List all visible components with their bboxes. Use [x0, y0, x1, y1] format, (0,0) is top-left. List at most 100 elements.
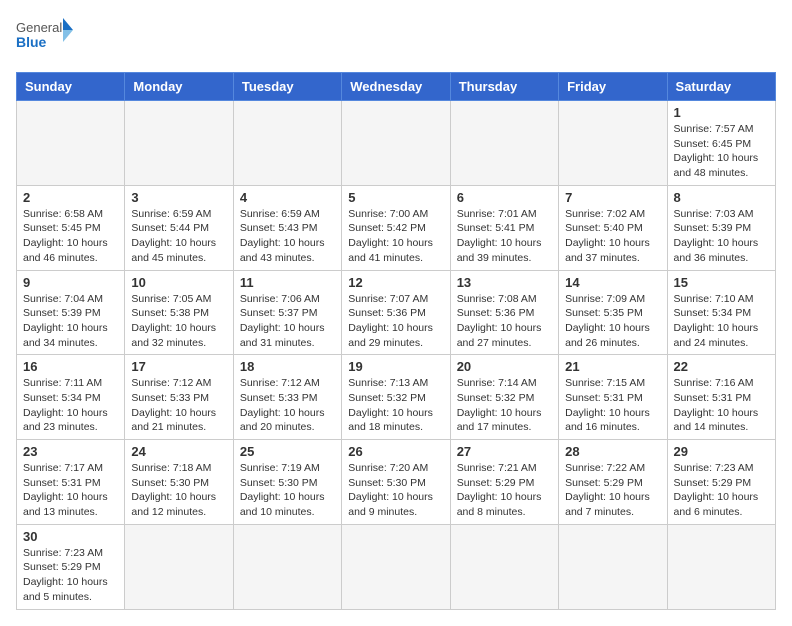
- calendar-day-cell: 12 Sunrise: 7:07 AM Sunset: 5:36 PM Dayli…: [342, 270, 450, 355]
- day-info: Sunrise: 7:13 AM Sunset: 5:32 PM Dayligh…: [348, 376, 443, 435]
- day-number: 19: [348, 359, 443, 374]
- calendar-day-cell: [125, 524, 233, 609]
- calendar-header-saturday: Saturday: [667, 73, 775, 101]
- day-number: 12: [348, 275, 443, 290]
- day-info: Sunrise: 7:01 AM Sunset: 5:41 PM Dayligh…: [457, 207, 552, 266]
- day-number: 17: [131, 359, 226, 374]
- day-number: 25: [240, 444, 335, 459]
- day-number: 14: [565, 275, 660, 290]
- day-info: Sunrise: 7:22 AM Sunset: 5:29 PM Dayligh…: [565, 461, 660, 520]
- day-info: Sunrise: 7:05 AM Sunset: 5:38 PM Dayligh…: [131, 292, 226, 351]
- svg-text:Blue: Blue: [16, 34, 47, 50]
- day-info: Sunrise: 7:10 AM Sunset: 5:34 PM Dayligh…: [674, 292, 769, 351]
- day-number: 15: [674, 275, 769, 290]
- day-number: 22: [674, 359, 769, 374]
- calendar-day-cell: 27 Sunrise: 7:21 AM Sunset: 5:29 PM Dayli…: [450, 440, 558, 525]
- day-number: 24: [131, 444, 226, 459]
- calendar-day-cell: [450, 101, 558, 186]
- calendar-day-cell: 5 Sunrise: 7:00 AM Sunset: 5:42 PM Daylig…: [342, 185, 450, 270]
- calendar-day-cell: 23 Sunrise: 7:17 AM Sunset: 5:31 PM Dayli…: [17, 440, 125, 525]
- calendar-day-cell: 10 Sunrise: 7:05 AM Sunset: 5:38 PM Dayli…: [125, 270, 233, 355]
- day-info: Sunrise: 6:58 AM Sunset: 5:45 PM Dayligh…: [23, 207, 118, 266]
- calendar-day-cell: [342, 524, 450, 609]
- day-number: 6: [457, 190, 552, 205]
- calendar-day-cell: [233, 101, 341, 186]
- calendar-day-cell: 14Sunrise: 7:09 AM Sunset: 5:35 PM Dayli…: [559, 270, 667, 355]
- calendar-day-cell: [559, 524, 667, 609]
- day-info: Sunrise: 7:57 AM Sunset: 6:45 PM Dayligh…: [674, 122, 769, 181]
- calendar-header-monday: Monday: [125, 73, 233, 101]
- day-number: 23: [23, 444, 118, 459]
- calendar-day-cell: 4 Sunrise: 6:59 AM Sunset: 5:43 PM Daylig…: [233, 185, 341, 270]
- calendar-day-cell: 9 Sunrise: 7:04 AM Sunset: 5:39 PM Daylig…: [17, 270, 125, 355]
- day-number: 11: [240, 275, 335, 290]
- calendar-header-thursday: Thursday: [450, 73, 558, 101]
- day-info: Sunrise: 7:03 AM Sunset: 5:39 PM Dayligh…: [674, 207, 769, 266]
- calendar-header-sunday: Sunday: [17, 73, 125, 101]
- calendar-week-row: 1 Sunrise: 7:57 AM Sunset: 6:45 PM Daylig…: [17, 101, 776, 186]
- calendar-day-cell: 3Sunrise: 6:59 AM Sunset: 5:44 PM Daylig…: [125, 185, 233, 270]
- day-info: Sunrise: 7:23 AM Sunset: 5:29 PM Dayligh…: [674, 461, 769, 520]
- day-number: 8: [674, 190, 769, 205]
- calendar-day-cell: 15 Sunrise: 7:10 AM Sunset: 5:34 PM Dayli…: [667, 270, 775, 355]
- calendar-week-row: 9 Sunrise: 7:04 AM Sunset: 5:39 PM Daylig…: [17, 270, 776, 355]
- calendar-day-cell: 17 Sunrise: 7:12 AM Sunset: 5:33 PM Dayli…: [125, 355, 233, 440]
- day-info: Sunrise: 7:02 AM Sunset: 5:40 PM Dayligh…: [565, 207, 660, 266]
- day-number: 1: [674, 105, 769, 120]
- day-number: 5: [348, 190, 443, 205]
- day-info: Sunrise: 7:18 AM Sunset: 5:30 PM Dayligh…: [131, 461, 226, 520]
- calendar-day-cell: 26Sunrise: 7:20 AM Sunset: 5:30 PM Dayli…: [342, 440, 450, 525]
- calendar-day-cell: 18Sunrise: 7:12 AM Sunset: 5:33 PM Dayli…: [233, 355, 341, 440]
- day-number: 10: [131, 275, 226, 290]
- calendar-header-wednesday: Wednesday: [342, 73, 450, 101]
- calendar-week-row: 30 Sunrise: 7:23 AM Sunset: 5:29 PM Dayli…: [17, 524, 776, 609]
- day-number: 2: [23, 190, 118, 205]
- calendar-week-row: 23 Sunrise: 7:17 AM Sunset: 5:31 PM Dayli…: [17, 440, 776, 525]
- calendar-day-cell: 2 Sunrise: 6:58 AM Sunset: 5:45 PM Daylig…: [17, 185, 125, 270]
- day-number: 16: [23, 359, 118, 374]
- day-info: Sunrise: 6:59 AM Sunset: 5:43 PM Dayligh…: [240, 207, 335, 266]
- day-number: 18: [240, 359, 335, 374]
- day-number: 4: [240, 190, 335, 205]
- day-info: Sunrise: 7:21 AM Sunset: 5:29 PM Dayligh…: [457, 461, 552, 520]
- day-number: 9: [23, 275, 118, 290]
- day-info: Sunrise: 7:11 AM Sunset: 5:34 PM Dayligh…: [23, 376, 118, 435]
- calendar-day-cell: 21Sunrise: 7:15 AM Sunset: 5:31 PM Dayli…: [559, 355, 667, 440]
- day-info: Sunrise: 7:12 AM Sunset: 5:33 PM Dayligh…: [131, 376, 226, 435]
- day-number: 3: [131, 190, 226, 205]
- calendar-day-cell: 19 Sunrise: 7:13 AM Sunset: 5:32 PM Dayli…: [342, 355, 450, 440]
- day-info: Sunrise: 7:16 AM Sunset: 5:31 PM Dayligh…: [674, 376, 769, 435]
- day-number: 30: [23, 529, 118, 544]
- logo-svg: General Blue: [16, 16, 76, 60]
- day-number: 26: [348, 444, 443, 459]
- calendar-day-cell: [233, 524, 341, 609]
- calendar-day-cell: [125, 101, 233, 186]
- calendar-day-cell: 24 Sunrise: 7:18 AM Sunset: 5:30 PM Dayli…: [125, 440, 233, 525]
- day-info: Sunrise: 7:04 AM Sunset: 5:39 PM Dayligh…: [23, 292, 118, 351]
- calendar-day-cell: [559, 101, 667, 186]
- day-info: Sunrise: 7:06 AM Sunset: 5:37 PM Dayligh…: [240, 292, 335, 351]
- logo: General Blue: [16, 16, 76, 60]
- day-info: Sunrise: 7:00 AM Sunset: 5:42 PM Dayligh…: [348, 207, 443, 266]
- calendar-day-cell: [667, 524, 775, 609]
- calendar-week-row: 2 Sunrise: 6:58 AM Sunset: 5:45 PM Daylig…: [17, 185, 776, 270]
- day-info: Sunrise: 7:08 AM Sunset: 5:36 PM Dayligh…: [457, 292, 552, 351]
- calendar-day-cell: 28 Sunrise: 7:22 AM Sunset: 5:29 PM Dayli…: [559, 440, 667, 525]
- day-number: 13: [457, 275, 552, 290]
- calendar-header-friday: Friday: [559, 73, 667, 101]
- calendar-day-cell: 20Sunrise: 7:14 AM Sunset: 5:32 PM Dayli…: [450, 355, 558, 440]
- day-number: 28: [565, 444, 660, 459]
- calendar-day-cell: 16 Sunrise: 7:11 AM Sunset: 5:34 PM Dayli…: [17, 355, 125, 440]
- day-number: 29: [674, 444, 769, 459]
- day-info: Sunrise: 7:17 AM Sunset: 5:31 PM Dayligh…: [23, 461, 118, 520]
- day-info: Sunrise: 7:07 AM Sunset: 5:36 PM Dayligh…: [348, 292, 443, 351]
- calendar-day-cell: 29 Sunrise: 7:23 AM Sunset: 5:29 PM Dayli…: [667, 440, 775, 525]
- calendar-day-cell: [342, 101, 450, 186]
- calendar-day-cell: 7Sunrise: 7:02 AM Sunset: 5:40 PM Daylig…: [559, 185, 667, 270]
- svg-text:General: General: [16, 20, 62, 35]
- day-number: 27: [457, 444, 552, 459]
- day-info: Sunrise: 7:23 AM Sunset: 5:29 PM Dayligh…: [23, 546, 118, 605]
- calendar-header-tuesday: Tuesday: [233, 73, 341, 101]
- day-info: Sunrise: 7:19 AM Sunset: 5:30 PM Dayligh…: [240, 461, 335, 520]
- calendar-day-cell: 6 Sunrise: 7:01 AM Sunset: 5:41 PM Daylig…: [450, 185, 558, 270]
